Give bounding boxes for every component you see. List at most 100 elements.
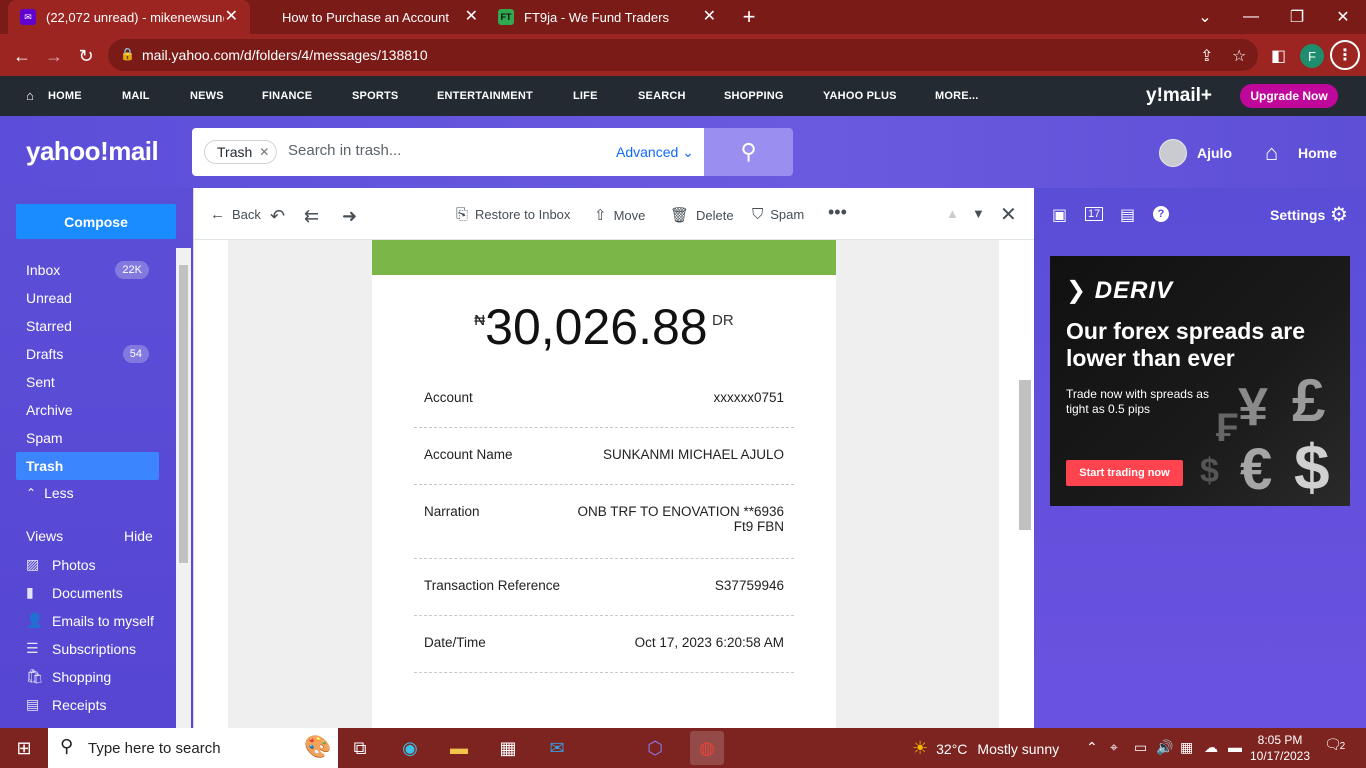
sidebar-item-inbox[interactable]: Inbox 22K — [16, 256, 159, 284]
tab-purchase-account[interactable]: How to Purchase an Account on ✕ — [270, 0, 490, 34]
deriv-ad[interactable]: ❯ DERIV Our forex spreads are lower than… — [1050, 256, 1350, 506]
reload-icon[interactable]: ↻ — [72, 42, 100, 70]
notification-center-icon[interactable]: 🗨 2 — [1324, 736, 1345, 753]
nav-yahoo-plus[interactable]: YAHOO PLUS — [823, 90, 897, 102]
calendar-icon[interactable]: 17 — [1085, 207, 1104, 221]
remove-chip-icon[interactable]: ✕ — [259, 145, 269, 159]
weather-widget[interactable]: ☀ 32°C Mostly sunny — [912, 738, 1059, 759]
task-view-icon[interactable]: ⧉ — [346, 734, 374, 762]
system-clock[interactable]: 8:05 PM 10/17/2023 — [1248, 732, 1312, 764]
sidebar-item-sent[interactable]: Sent — [16, 368, 159, 396]
nav-more[interactable]: MORE... — [935, 90, 979, 102]
battery-icon[interactable]: ▬ — [1228, 739, 1242, 755]
delete-button[interactable]: 🗑 Delete — [670, 206, 734, 224]
edge-browser-icon[interactable]: ◉ — [396, 734, 424, 762]
restore-icon[interactable]: ❐ — [1274, 0, 1320, 34]
close-tab-icon[interactable]: ✕ — [225, 9, 238, 25]
settings-link[interactable]: Settings — [1270, 207, 1325, 223]
views-heading[interactable]: Views — [26, 528, 63, 544]
nav-home[interactable]: HOME — [48, 90, 82, 102]
location-icon[interactable]: ⌖ — [1110, 739, 1118, 756]
advanced-search-toggle[interactable]: Advanced ⌄ — [616, 144, 694, 161]
sidebar-toggle-icon[interactable]: ◧ — [1271, 46, 1286, 66]
nav-sports[interactable]: SPORTS — [352, 90, 398, 102]
move-button[interactable]: ⇧ Move — [594, 206, 645, 224]
onedrive-icon[interactable]: ☁ — [1204, 739, 1218, 756]
nav-finance[interactable]: FINANCE — [262, 90, 312, 102]
view-shopping[interactable]: 🛍 Shopping — [26, 668, 111, 685]
sidebar-item-drafts[interactable]: Drafts 54 — [16, 340, 159, 368]
language-icon[interactable]: ▦ — [1180, 739, 1193, 756]
windows-start-icon[interactable]: ⊞ — [10, 734, 38, 762]
view-subscriptions[interactable]: ☰ Subscriptions — [26, 640, 136, 657]
tray-overflow-icon[interactable]: ⌃ — [1086, 739, 1098, 756]
back-button[interactable]: ← Back — [210, 206, 261, 223]
close-tab-icon[interactable]: ✕ — [465, 9, 478, 25]
reply-button[interactable]: ↶ — [270, 206, 292, 227]
taskbar-search-box[interactable]: ⚲ Type here to search 🎨 — [48, 728, 338, 768]
new-tab-icon[interactable]: + — [726, 0, 772, 34]
browser-profile-avatar[interactable]: F — [1300, 44, 1324, 68]
mail-app-icon[interactable]: ✉ — [543, 734, 571, 762]
gear-icon[interactable]: ⚙ — [1330, 202, 1348, 227]
spam-button[interactable]: ⛉ Spam — [752, 206, 804, 223]
folder-filter-chip[interactable]: Trash ✕ — [204, 140, 278, 164]
speaker-icon[interactable]: 🔊 — [1156, 739, 1173, 756]
contacts-icon[interactable]: ▣ — [1052, 205, 1067, 225]
restore-to-inbox-button[interactable]: ⎘ Restore to Inbox — [456, 206, 570, 223]
forward-button[interactable]: ➜ — [342, 206, 364, 227]
sidebar-less-toggle[interactable]: ⌃ Less — [16, 479, 159, 507]
nav-shopping[interactable]: SHOPPING — [724, 90, 784, 102]
view-receipts[interactable]: ▤ Receipts — [26, 696, 106, 713]
more-actions-button[interactable]: ••• — [828, 202, 847, 223]
browser-menu-icon[interactable]: ⋮ — [1330, 40, 1360, 70]
upgrade-now-button[interactable]: Upgrade Now — [1240, 84, 1338, 108]
close-window-icon[interactable]: ✕ — [1320, 0, 1366, 34]
minimize-icon[interactable]: — — [1228, 0, 1274, 34]
help-icon[interactable]: ? — [1153, 206, 1169, 222]
reply-all-button[interactable]: ⇇ — [304, 206, 326, 227]
bookmark-star-icon[interactable]: ☆ — [1232, 46, 1246, 66]
nav-search[interactable]: SEARCH — [638, 90, 686, 102]
nav-life[interactable]: LIFE — [573, 90, 598, 102]
nav-news[interactable]: NEWS — [190, 90, 224, 102]
avatar[interactable] — [1159, 139, 1187, 167]
view-emails-to-myself[interactable]: 👤 Emails to myself — [26, 612, 154, 629]
view-photos[interactable]: ▨ Photos — [26, 556, 96, 573]
url-field[interactable]: 🔒 mail.yahoo.com/d/folders/4/messages/13… — [108, 39, 1258, 71]
sidebar-item-starred[interactable]: Starred — [16, 312, 159, 340]
home-link[interactable]: Home — [1298, 145, 1337, 161]
home-nav-icon[interactable]: ⌂ — [26, 88, 34, 103]
sidebar-item-trash[interactable]: Trash — [16, 452, 159, 480]
search-input[interactable] — [288, 142, 588, 159]
sidebar-scroll-thumb[interactable] — [179, 265, 188, 563]
tab-search-chevron-icon[interactable]: ⌄ — [1182, 0, 1228, 34]
view-documents[interactable]: ▮ Documents — [26, 584, 123, 601]
home-icon[interactable]: ⌂ — [1265, 140, 1278, 166]
nav-mail[interactable]: MAIL — [122, 90, 150, 102]
close-message-button[interactable]: ✕ — [1000, 202, 1017, 227]
previous-message-button[interactable]: ▲ — [946, 206, 959, 221]
copilot-icon[interactable]: ⬡ — [641, 734, 669, 762]
network-icon[interactable]: ▭ — [1134, 739, 1147, 756]
sidebar-item-archive[interactable]: Archive — [16, 396, 159, 424]
sidebar-item-unread[interactable]: Unread — [16, 284, 159, 312]
search-button[interactable]: ⚲ — [704, 128, 793, 176]
user-name[interactable]: Ajulo — [1197, 145, 1232, 161]
close-tab-icon[interactable]: ✕ — [703, 9, 716, 25]
yahoo-mail-logo[interactable]: yahoo!mail — [26, 136, 159, 167]
next-message-button[interactable]: ▼ — [972, 206, 985, 221]
start-trading-button[interactable]: Start trading now — [1066, 460, 1183, 486]
back-arrow-icon[interactable]: ← — [8, 42, 36, 70]
message-scroll-thumb[interactable] — [1019, 380, 1031, 530]
share-icon[interactable]: ⇪ — [1200, 46, 1213, 66]
file-explorer-icon[interactable]: ▬ — [445, 734, 473, 762]
hide-views-link[interactable]: Hide — [124, 528, 153, 544]
chrome-icon[interactable]: ◍ — [690, 731, 724, 765]
nav-entertainment[interactable]: ENTERTAINMENT — [437, 90, 533, 102]
microsoft-store-icon[interactable]: ▦ — [494, 734, 522, 762]
tab-ft9ja[interactable]: FT FT9ja - We Fund Traders ✕ — [486, 0, 728, 34]
tab-yahoo-mail[interactable]: ✉ (22,072 unread) - mikenewsun@ ✕ — [8, 0, 250, 34]
compose-button[interactable]: Compose — [16, 204, 176, 239]
forward-arrow-icon[interactable]: → — [40, 42, 68, 70]
